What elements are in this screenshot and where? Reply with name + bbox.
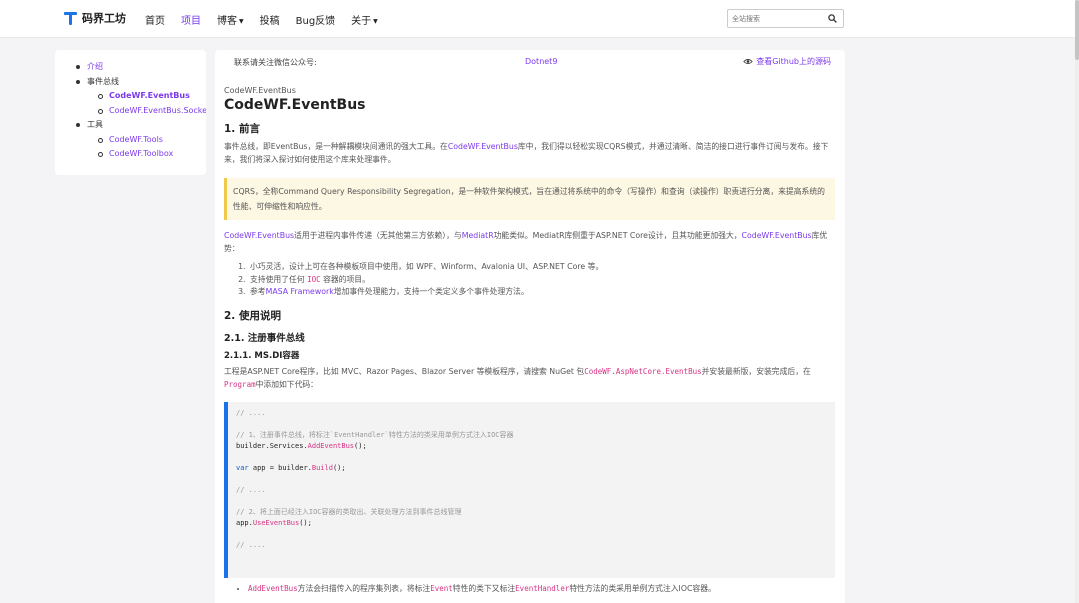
toc-item-label: 工具 xyxy=(87,120,103,129)
caret-down-icon: ▼ xyxy=(239,18,244,25)
feature-list: 小巧灵活，设计上可在各种模板项目中使用，如 WPF、Winform、Avalon… xyxy=(224,261,835,299)
install-paragraph: 工程是ASP.NET Core程序，比如 MVC、Razor Pages、Bla… xyxy=(224,366,811,389)
code-comment: // 1、注册事件总线，将标注`EventHandler`特性方法的类采用单例方… xyxy=(236,430,514,439)
main-nav: 首页 项目 博客 ▼ 投稿 Bug反馈 关于 ▼ xyxy=(145,12,394,27)
nav-item[interactable]: 项目 xyxy=(181,12,201,27)
nav-item-label: 项目 xyxy=(181,16,201,27)
mediatr-link[interactable]: MediatR xyxy=(462,231,494,240)
code-comment: // 2、将上面已经注入IOC容器的类取出、关联处理方法到事件总线管理 xyxy=(236,507,462,516)
nav-item-label: Bug反馈 xyxy=(295,16,336,27)
page-scrollbar[interactable] xyxy=(1075,0,1079,603)
toc-subitem-link[interactable]: CodeWF.Toolbox xyxy=(109,149,173,158)
nav-item[interactable]: 关于 ▼ xyxy=(351,12,378,27)
caret-down-icon: ▼ xyxy=(373,18,378,25)
site-logo[interactable]: 码界工坊 xyxy=(64,10,126,26)
heading-usage: 2. 使用说明 xyxy=(224,309,281,322)
site-name: 码界工坊 xyxy=(82,12,126,25)
heading-msdi: 2.1.1. MS.DI容器 xyxy=(224,350,300,361)
eventbus-link-2[interactable]: CodeWF.EventBus xyxy=(742,231,812,240)
library-paragraph: CodeWF.EventBus适用于进程内事件传递（无其他第三方依赖），与Med… xyxy=(224,231,828,253)
github-source-link[interactable]: 查看Github上的源码 xyxy=(743,56,831,67)
code-line: var app = builder.Build(); xyxy=(236,463,346,472)
toc-subitem-link[interactable]: CodeWF.Tools xyxy=(109,135,163,144)
usage-notes: AddEventBus方法会扫描传入的程序集列表，将标注Event特性的类下又标… xyxy=(224,583,835,595)
nav-item-label: 投稿 xyxy=(259,16,280,27)
article-topbar: 联系请关注微信公众号: Dotnet9 查看Github上的源码 xyxy=(224,50,835,75)
scrollbar-thumb[interactable] xyxy=(1075,0,1079,60)
search-input[interactable] xyxy=(732,12,822,25)
page-title: CodeWF.EventBus xyxy=(224,97,366,113)
toc-list: 介绍事件总线 CodeWF.EventBus CodeWF.EventBus.Soc… xyxy=(75,60,206,162)
inline-code: CodeWF.AspNetCore.EventBus xyxy=(584,366,702,376)
nav-item[interactable]: 投稿 xyxy=(260,12,280,27)
eye-icon xyxy=(743,59,753,64)
toc-item-label[interactable]: 介绍 xyxy=(87,62,103,71)
top-navbar: 码界工坊 首页 项目 博客 ▼ 投稿 Bug反馈 关于 ▼ xyxy=(0,0,1079,38)
cqrs-quote: CQRS，全称Command Query Responsibility Segr… xyxy=(224,178,835,220)
toc-item: 工具 CodeWF.Tools CodeWF.Toolbox xyxy=(75,118,206,162)
toc-item-label: 事件总线 xyxy=(87,76,119,86)
search-icon[interactable] xyxy=(828,14,837,23)
intro-eventbus-link[interactable]: CodeWF.EventBus xyxy=(448,142,518,151)
toc-subitem[interactable]: CodeWF.Toolbox xyxy=(97,147,206,162)
nav-item[interactable]: 首页 xyxy=(145,12,165,27)
feature-item: 参考MASA Framework增加事件处理能力，支持一个类定义多个事件处理方法… xyxy=(248,286,835,299)
toc-item: 事件总线 CodeWF.EventBus CodeWF.EventBus.Socke… xyxy=(75,75,206,119)
masa-framework-link[interactable]: MASA Framework xyxy=(266,287,334,296)
inline-code: IOC xyxy=(307,274,321,284)
site-search xyxy=(727,9,844,28)
logo-icon xyxy=(64,11,77,25)
toc-subitem[interactable]: CodeWF.Tools xyxy=(97,133,206,148)
feature-item: 支持使用了任何 IOC 容器的项目。 xyxy=(248,274,835,287)
toc-subitem[interactable]: CodeWF.EventBus.Socket xyxy=(97,104,206,119)
heading-intro: 1. 前言 xyxy=(224,123,260,135)
toc-subitem-link[interactable]: CodeWF.EventBus xyxy=(109,91,190,100)
toc-item[interactable]: 介绍 xyxy=(75,60,206,75)
heading-register: 2.1. 注册事件总线 xyxy=(224,332,305,344)
article-panel: 联系请关注微信公众号: Dotnet9 查看Github上的源码 CodeWF.… xyxy=(215,50,845,603)
intro-paragraph: 事件总线，即EventBus，是一种解耦模块间通讯的强大工具。在CodeWF.E… xyxy=(224,142,829,164)
inline-code: Program xyxy=(224,379,256,389)
github-link-label: 查看Github上的源码 xyxy=(756,57,831,66)
wechat-account-link[interactable]: Dotnet9 xyxy=(525,57,557,66)
feature-item: 小巧灵活，设计上可在各种模板项目中使用，如 WPF、Winform、Avalon… xyxy=(248,261,835,274)
wechat-follow-text: 联系请关注微信公众号: xyxy=(234,58,317,67)
table-of-contents: 介绍事件总线 CodeWF.EventBus CodeWF.EventBus.Soc… xyxy=(55,50,206,175)
code-line: builder.Services.AddEventBus(); xyxy=(236,441,367,450)
toc-subitem-link[interactable]: CodeWF.EventBus.Socket xyxy=(109,106,206,115)
breadcrumb: CodeWF.EventBus xyxy=(224,86,296,95)
nav-item-label: 首页 xyxy=(145,16,165,27)
code-block[interactable]: // .... // 1、注册事件总线，将标注`EventHandler`特性方… xyxy=(224,401,835,578)
code-comment: // .... xyxy=(236,540,266,549)
nav-item-label: 关于 xyxy=(351,16,372,27)
nav-item-label: 博客 xyxy=(217,16,237,27)
nav-item[interactable]: 博客 ▼ xyxy=(217,12,244,27)
code-comment: // .... xyxy=(236,485,266,494)
code-line: app.UseEventBus(); xyxy=(236,518,312,527)
code-comment: // .... xyxy=(236,408,266,417)
nav-item[interactable]: Bug反馈 xyxy=(296,12,336,27)
list-item: AddEventBus方法会扫描传入的程序集列表，将标注Event特性的类下又标… xyxy=(248,583,835,595)
toc-subitem[interactable]: CodeWF.EventBus xyxy=(97,89,206,104)
eventbus-link-1[interactable]: CodeWF.EventBus xyxy=(224,231,294,240)
